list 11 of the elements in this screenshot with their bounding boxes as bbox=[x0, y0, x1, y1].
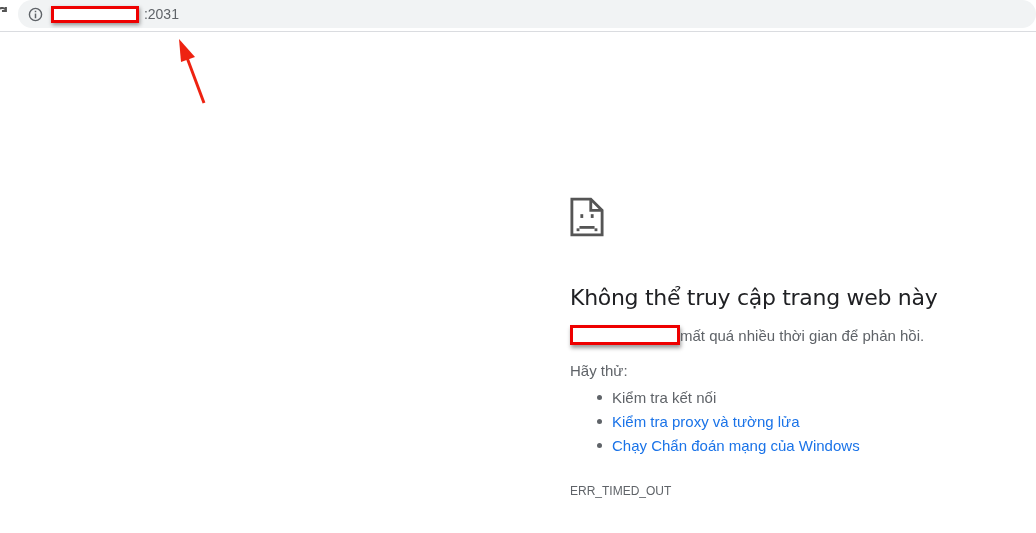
suggestion-link[interactable]: Kiểm tra proxy và tường lửa bbox=[612, 412, 800, 430]
address-bar[interactable]: :2031 bbox=[17, 0, 1036, 28]
suggestion-link[interactable]: Chạy Chẩn đoán mạng của Windows bbox=[612, 436, 860, 454]
error-code: ERR_TIMED_OUT bbox=[570, 484, 673, 498]
suggestion-text: Kiểm tra kết nối bbox=[612, 388, 717, 406]
error-heading: Không thể truy cập trang web này bbox=[570, 285, 939, 310]
info-icon[interactable] bbox=[27, 6, 43, 22]
url-text: :2031 bbox=[143, 6, 179, 22]
error-message: mất quá nhiều thời gian để phản hồi. bbox=[680, 326, 925, 344]
sad-page-icon bbox=[570, 197, 604, 237]
suggestions-label: Hãy thử: bbox=[570, 362, 629, 379]
